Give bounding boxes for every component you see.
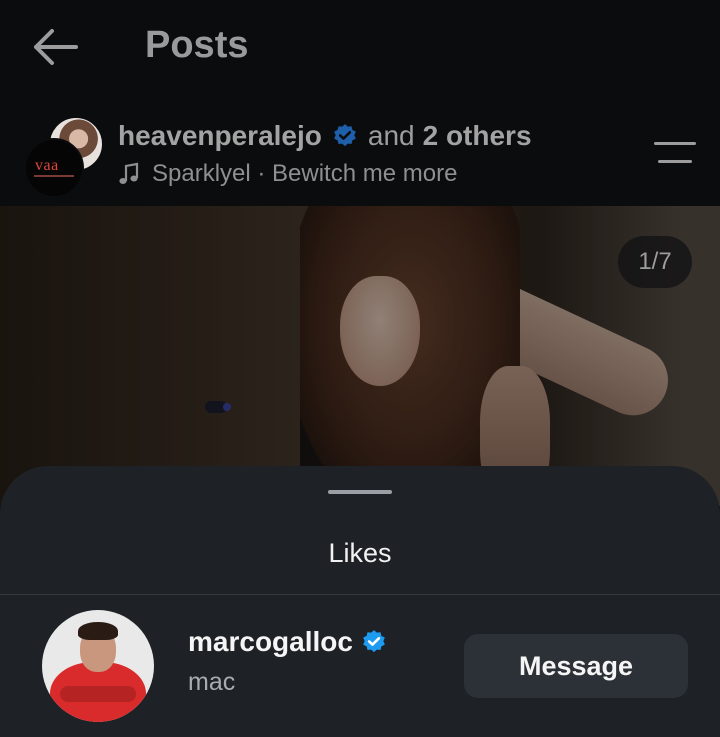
co-author-avatar[interactable]: vaa: [24, 138, 84, 198]
post-image[interactable]: [0, 206, 720, 506]
music-track: Sparklyel · Bewitch me more: [152, 160, 458, 187]
likes-sheet: Likes marcogalloc mac Message: [0, 466, 720, 737]
avatar-arms: [60, 686, 136, 702]
author-line[interactable]: heavenperalejo and 2 others: [118, 120, 532, 152]
music-line[interactable]: Sparklyel · Bewitch me more: [118, 160, 457, 188]
logo-underline: [34, 175, 74, 177]
co-author-logo: vaa: [35, 157, 59, 174]
sheet-divider: [0, 594, 720, 595]
others-link[interactable]: 2 others: [423, 120, 532, 152]
liker-row[interactable]: marcogalloc mac Message: [0, 606, 720, 737]
back-button[interactable]: [28, 26, 82, 68]
image-dim-overlay: [0, 206, 720, 506]
likes-title: Likes: [328, 538, 392, 568]
liker-avatar[interactable]: [42, 610, 154, 722]
page-title: Posts: [145, 24, 249, 66]
message-button[interactable]: Message: [464, 634, 688, 698]
menu-line-top: [654, 142, 696, 145]
music-note-icon: [119, 162, 139, 184]
top-bar: Posts: [0, 0, 720, 100]
arrow-left-icon: [34, 29, 78, 65]
liker-full-name: mac: [188, 668, 236, 696]
avatar-hair: [78, 622, 118, 640]
liker-username-line[interactable]: marcogalloc: [188, 626, 397, 658]
sheet-drag-handle[interactable]: [328, 490, 392, 494]
carousel-counter: 1/7: [618, 236, 692, 288]
menu-line-bottom: [658, 160, 692, 163]
author-username[interactable]: heavenperalejo: [118, 120, 322, 152]
verified-badge-icon: [363, 630, 385, 653]
liker-username[interactable]: marcogalloc: [188, 626, 353, 658]
post-header: vaa heavenperalejo and 2 others Sparklye…: [0, 100, 720, 206]
and-text: and: [367, 120, 415, 151]
options-menu-button[interactable]: [654, 142, 696, 166]
verified-badge-icon: [334, 124, 356, 147]
